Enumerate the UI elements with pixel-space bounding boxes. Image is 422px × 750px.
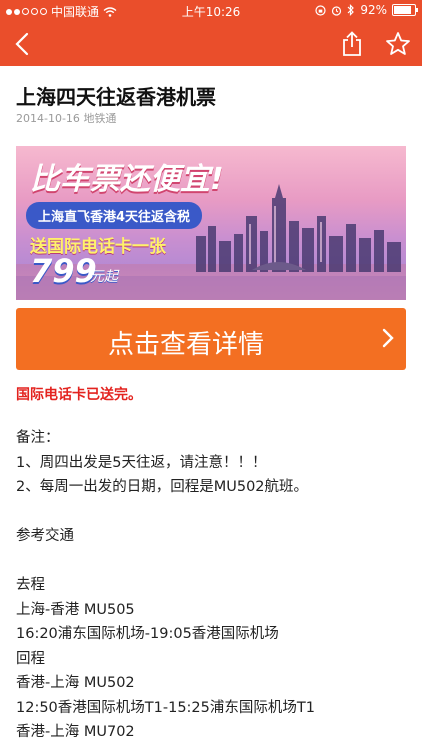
- body-line: 香港-上海 MU702: [16, 724, 135, 740]
- share-icon: [343, 31, 361, 56]
- body-line: 备注：: [16, 430, 60, 446]
- back-button[interactable]: [6, 28, 38, 60]
- banner-route-pill: 上海直飞香港4天往返含税: [26, 202, 203, 229]
- body-line: 参考交通: [16, 528, 74, 544]
- bluetooth-icon: [347, 4, 355, 16]
- banner-headline: 比车票还便宜!: [30, 162, 224, 197]
- body-line: 16:20浦东国际机场-19:05香港国际机场: [16, 626, 279, 642]
- chevron-right-icon: [382, 328, 394, 348]
- article-meta: 2014-10-16 地铁通: [16, 110, 116, 126]
- view-details-button[interactable]: 点击查看详情: [16, 308, 406, 370]
- article-body: 备注： 1、周四出发是5天往返，请注意！！！ 2、每周一出发的日期，回程是MU502…: [16, 426, 412, 745]
- share-button[interactable]: [336, 28, 368, 60]
- chevron-left-icon: [15, 32, 29, 56]
- body-line: 1、周四出发是5天往返，请注意！！！: [16, 454, 267, 471]
- alarm-icon: [332, 5, 342, 16]
- body-line: 2、每周一出发的日期，回程是MU502航班。: [16, 479, 309, 495]
- status-right: 92%: [315, 3, 418, 17]
- notice-text: 国际电话卡已送完。: [16, 387, 142, 403]
- article-title: 上海四天往返香港机票: [16, 85, 216, 109]
- body-line: 12:50香港国际机场T1-15:25浦东国际机场T1: [16, 699, 315, 716]
- battery-percent: 92%: [360, 3, 387, 17]
- favorite-button[interactable]: [382, 28, 414, 60]
- article-date: 2014-10-16: [16, 112, 80, 125]
- nav-bar: [0, 22, 422, 66]
- body-line: 回程: [16, 650, 45, 667]
- promo-banner[interactable]: 比车票还便宜! 上海直飞香港4天往返含税 送国际电话卡一张 799 元起: [16, 146, 406, 300]
- body-line: 香港-上海 MU502: [16, 675, 135, 691]
- body-line: 去程: [16, 577, 45, 593]
- battery-icon: [392, 4, 418, 16]
- status-bar: 中国联通 上午10:26 92%: [0, 0, 422, 22]
- article-source: 地铁通: [83, 112, 117, 125]
- orientation-lock-icon: [315, 4, 326, 16]
- body-line: 上海-香港 MU505: [16, 601, 135, 618]
- banner-price-unit: 元起: [90, 269, 118, 285]
- banner-price: 799: [30, 252, 97, 290]
- star-icon: [386, 32, 410, 55]
- view-details-label: 点击查看详情: [107, 330, 264, 360]
